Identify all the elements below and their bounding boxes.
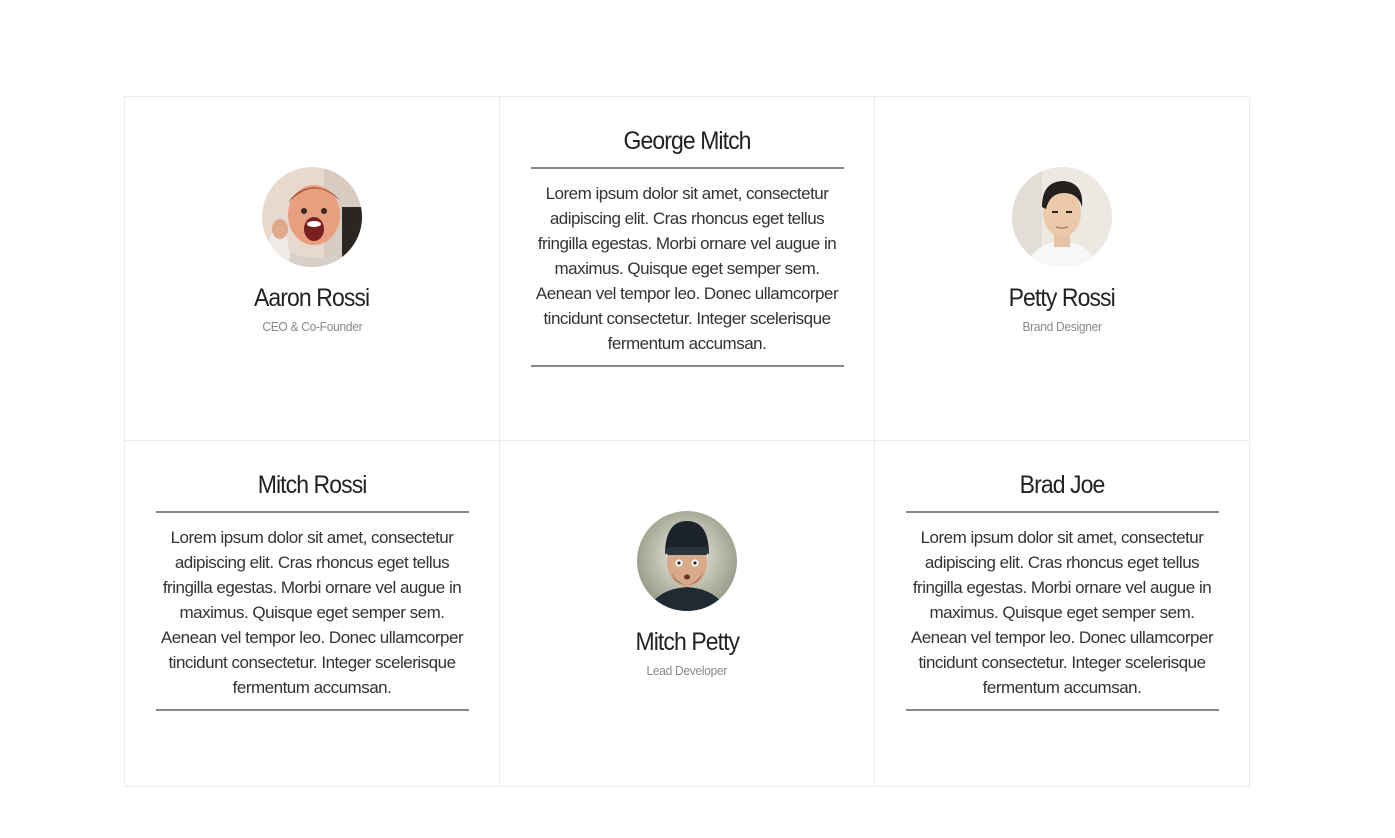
team-card-mitch-rossi: Mitch Rossi Lorem ipsum dolor sit amet, … <box>124 440 500 787</box>
member-name: Aaron Rossi <box>254 284 370 312</box>
team-card-george-mitch: George Mitch Lorem ipsum dolor sit amet,… <box>499 96 875 441</box>
bio-title: George Mitch <box>623 127 751 155</box>
member-name: Mitch Petty <box>635 628 740 656</box>
bio-box: Lorem ipsum dolor sit amet, consectetur … <box>905 511 1219 711</box>
bio-text: Lorem ipsum dolor sit amet, consectetur … <box>160 528 464 697</box>
bio-box: Lorem ipsum dolor sit amet, consectetur … <box>530 167 844 367</box>
team-card-petty-rossi: Petty Rossi Brand Designer <box>874 96 1250 441</box>
team-card-aaron-rossi: Aaron Rossi CEO & Co-Founder <box>124 96 500 441</box>
member-role: Lead Developer <box>646 663 728 678</box>
bio-text: Lorem ipsum dolor sit amet, consectetur … <box>535 184 839 353</box>
team-card-mitch-petty: Mitch Petty Lead Developer <box>499 440 875 787</box>
avatar-photo-mitch-petty-icon <box>637 511 737 611</box>
bio-title: Brad Joe <box>1019 471 1106 499</box>
member-role: CEO & Co-Founder <box>262 319 362 334</box>
avatar <box>637 511 737 611</box>
team-card-brad-joe: Brad Joe Lorem ipsum dolor sit amet, con… <box>874 440 1250 787</box>
avatar <box>1012 167 1112 267</box>
team-grid: Aaron Rossi CEO & Co-Founder George Mitc… <box>124 96 1250 787</box>
bio-text: Lorem ipsum dolor sit amet, consectetur … <box>910 528 1214 697</box>
member-name: Petty Rossi <box>1008 284 1116 312</box>
bio-title: Mitch Rossi <box>257 471 368 499</box>
avatar-photo-aaron-icon <box>262 167 362 267</box>
avatar-photo-petty-icon <box>1012 167 1112 267</box>
member-role: Brand Designer <box>1022 319 1102 334</box>
avatar <box>262 167 362 267</box>
bio-box: Lorem ipsum dolor sit amet, consectetur … <box>155 511 469 711</box>
